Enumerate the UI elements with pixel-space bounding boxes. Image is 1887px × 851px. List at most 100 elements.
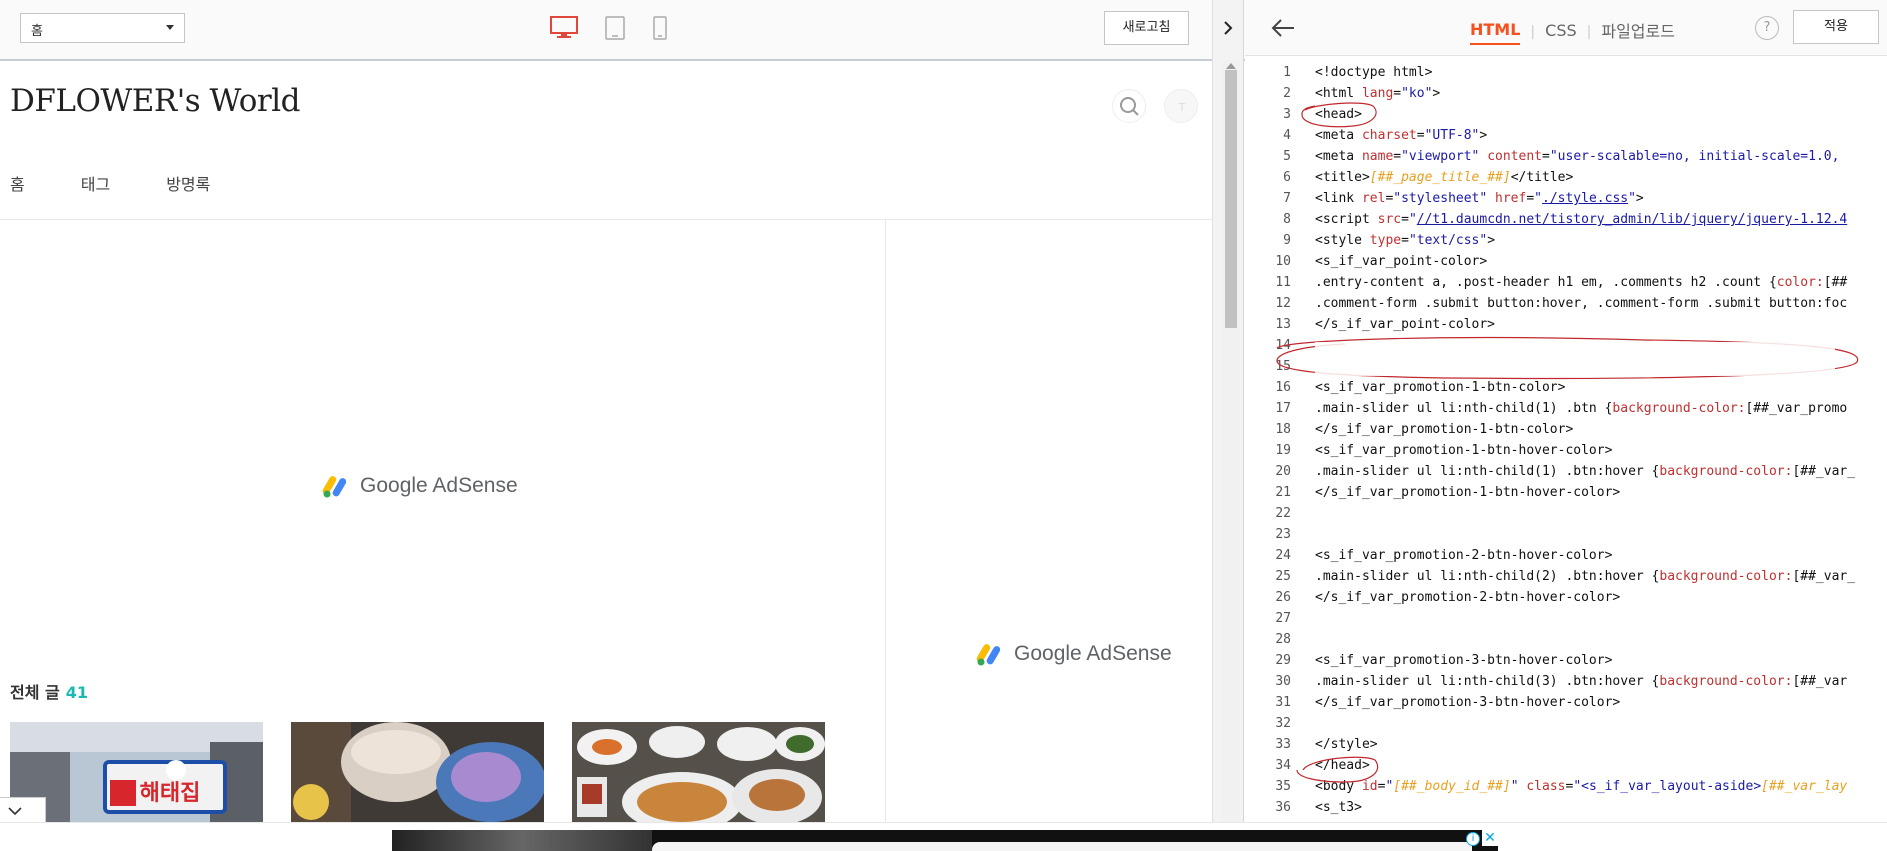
code-line[interactable]: 33 </style> bbox=[1245, 734, 1887, 755]
code-text[interactable]: <body id="[##_body_id_##]" class="<s_if_… bbox=[1315, 776, 1847, 797]
chevron-down-icon bbox=[8, 807, 22, 816]
code-line[interactable]: 20 .main-slider ul li:nth-child(1) .btn:h… bbox=[1245, 461, 1887, 482]
nav-item-tag[interactable]: 태그 bbox=[81, 171, 110, 195]
code-text[interactable]: </s_if_var_promotion-1-btn-hover-color> bbox=[1315, 482, 1620, 503]
code-line[interactable]: 22 bbox=[1245, 503, 1887, 524]
editor-pane: HTML | CSS | 파일업로드 ? 적용 1 <!doctype html>… bbox=[1245, 0, 1887, 822]
code-text[interactable]: <script src="//t1.daumcdn.net/tistory_ad… bbox=[1315, 209, 1847, 230]
apply-button[interactable]: 적용 bbox=[1793, 10, 1879, 44]
code-line[interactable]: 30 .main-slider ul li:nth-child(3) .btn:h… bbox=[1245, 671, 1887, 692]
code-line[interactable]: 10 <s_if_var_point-color> bbox=[1245, 251, 1887, 272]
code-line[interactable]: 9 <style type="text/css"> bbox=[1245, 230, 1887, 251]
nav-item-home[interactable]: 홈 bbox=[10, 171, 25, 195]
post-thumbnail[interactable]: 해태집 bbox=[10, 722, 263, 822]
adsense-banner-main[interactable]: Google AdSense bbox=[322, 473, 518, 499]
code-line[interactable]: 26 </s_if_var_promotion-2-btn-hover-color… bbox=[1245, 587, 1887, 608]
code-line[interactable]: 24 <s_if_var_promotion-2-btn-hover-color> bbox=[1245, 545, 1887, 566]
help-icon[interactable]: ? bbox=[1755, 16, 1779, 40]
code-line[interactable]: 14 bbox=[1245, 335, 1887, 356]
code-text[interactable]: </s_if_var_promotion-2-btn-hover-color> bbox=[1315, 587, 1620, 608]
tab-file-upload[interactable]: 파일업로드 bbox=[1601, 18, 1675, 46]
code-line[interactable]: 1 <!doctype html> bbox=[1245, 62, 1887, 83]
code-text[interactable]: <meta charset="UTF-8"> bbox=[1315, 125, 1487, 146]
code-line[interactable]: 11 .entry-content a, .post-header h1 em, … bbox=[1245, 272, 1887, 293]
code-line[interactable]: 31 </s_if_var_promotion-3-btn-hover-color… bbox=[1245, 692, 1887, 713]
all-posts-heading: 전체 글 41 bbox=[10, 679, 88, 703]
blog-title[interactable]: DFLOWER's World bbox=[10, 83, 300, 119]
post-thumbnail[interactable] bbox=[572, 722, 825, 822]
line-number: 20 bbox=[1275, 464, 1291, 479]
nav-item-guestbook[interactable]: 방명록 bbox=[166, 171, 210, 195]
tab-html[interactable]: HTML bbox=[1470, 20, 1521, 45]
code-text[interactable]: <link rel="stylesheet" href="./style.css… bbox=[1315, 188, 1644, 209]
code-line[interactable]: 19 <s_if_var_promotion-1-btn-hover-color> bbox=[1245, 440, 1887, 461]
code-line[interactable]: 5 <meta name="viewport" content="user-sca… bbox=[1245, 146, 1887, 167]
code-text[interactable]: <s_if_var_promotion-1-btn-color> bbox=[1315, 377, 1565, 398]
code-line[interactable]: 4 <meta charset="UTF-8"> bbox=[1245, 125, 1887, 146]
line-number: 24 bbox=[1275, 548, 1291, 563]
code-editor[interactable]: 1 <!doctype html> 2 <html lang="ko"> 3 <head>… bbox=[1245, 62, 1887, 822]
code-text[interactable]: <title>[##_page_title_##]</title> bbox=[1315, 167, 1573, 188]
code-line[interactable]: 36 <s_t3> bbox=[1245, 797, 1887, 818]
code-text[interactable]: <s_if_var_point-color> bbox=[1315, 251, 1487, 272]
code-line[interactable]: 23 bbox=[1245, 524, 1887, 545]
code-line[interactable]: 21 </s_if_var_promotion-1-btn-hover-color… bbox=[1245, 482, 1887, 503]
preview-scrollbar-thumb[interactable] bbox=[1225, 70, 1237, 328]
collapse-button[interactable] bbox=[1216, 16, 1240, 40]
code-line[interactable]: 34 </head> bbox=[1245, 755, 1887, 776]
code-text[interactable]: <s_t3> bbox=[1315, 797, 1362, 818]
code-text[interactable]: <s_if_var_promotion-3-btn-hover-color> bbox=[1315, 650, 1612, 671]
code-text[interactable]: </s_if_var_point-color> bbox=[1315, 314, 1495, 335]
expand-toggle[interactable] bbox=[0, 797, 46, 825]
scroll-up-icon[interactable] bbox=[1226, 63, 1236, 69]
code-text[interactable]: </s_if_var_promotion-3-btn-hover-color> bbox=[1315, 692, 1620, 713]
search-button[interactable] bbox=[1112, 89, 1146, 123]
code-text[interactable]: .comment-form .submit button:hover, .com… bbox=[1315, 293, 1847, 314]
code-text[interactable]: <style type="text/css"> bbox=[1315, 230, 1495, 251]
back-arrow-icon[interactable] bbox=[1269, 14, 1297, 42]
code-text[interactable]: </head> bbox=[1315, 755, 1370, 776]
code-line[interactable]: 16 <s_if_var_promotion-1-btn-color> bbox=[1245, 377, 1887, 398]
code-line[interactable]: 2 <html lang="ko"> bbox=[1245, 83, 1887, 104]
ad-close-icon[interactable]: ✕ bbox=[1482, 830, 1498, 846]
code-line[interactable]: 3 <head> bbox=[1245, 104, 1887, 125]
code-line[interactable]: 7 <link rel="stylesheet" href="./style.cs… bbox=[1245, 188, 1887, 209]
code-line[interactable]: 8 <script src="//t1.daumcdn.net/tistory_a… bbox=[1245, 209, 1887, 230]
avatar-button[interactable]: T bbox=[1164, 89, 1198, 123]
code-text[interactable]: </style> bbox=[1315, 734, 1378, 755]
code-text[interactable]: .main-slider ul li:nth-child(1) .btn {ba… bbox=[1315, 398, 1847, 419]
code-text[interactable]: <meta name="viewport" content="user-scal… bbox=[1315, 146, 1847, 167]
code-line[interactable]: 35 <body id="[##_body_id_##]" class="<s_i… bbox=[1245, 776, 1887, 797]
mobile-icon[interactable] bbox=[653, 16, 667, 40]
code-line[interactable]: 25 .main-slider ul li:nth-child(2) .btn:h… bbox=[1245, 566, 1887, 587]
adsense-banner-sidebar[interactable]: Google AdSense bbox=[976, 641, 1172, 667]
desktop-icon[interactable] bbox=[550, 16, 578, 38]
code-text[interactable]: .main-slider ul li:nth-child(2) .btn:hov… bbox=[1315, 566, 1855, 587]
code-line[interactable]: 29 <s_if_var_promotion-3-btn-hover-color> bbox=[1245, 650, 1887, 671]
code-text[interactable]: <html lang="ko"> bbox=[1315, 83, 1440, 104]
post-thumbnail[interactable] bbox=[291, 722, 544, 822]
code-line[interactable]: 28 bbox=[1245, 629, 1887, 650]
ad-info-icon[interactable]: i bbox=[1466, 832, 1480, 846]
code-text[interactable]: <s_if_var_promotion-1-btn-hover-color> bbox=[1315, 440, 1612, 461]
code-line[interactable]: 6 <title>[##_page_title_##]</title> bbox=[1245, 167, 1887, 188]
refresh-button[interactable]: 새로고침 bbox=[1104, 11, 1189, 45]
line-number: 35 bbox=[1275, 779, 1291, 794]
code-line[interactable]: 27 bbox=[1245, 608, 1887, 629]
code-line[interactable]: 15 bbox=[1245, 356, 1887, 377]
tablet-icon[interactable] bbox=[605, 16, 625, 40]
code-line[interactable]: 32 bbox=[1245, 713, 1887, 734]
code-text[interactable]: <s_if_var_promotion-2-btn-hover-color> bbox=[1315, 545, 1612, 566]
code-text[interactable]: .entry-content a, .post-header h1 em, .c… bbox=[1315, 272, 1847, 293]
code-text[interactable]: .main-slider ul li:nth-child(1) .btn:hov… bbox=[1315, 461, 1855, 482]
tab-css[interactable]: CSS bbox=[1545, 21, 1576, 44]
code-line[interactable]: 18 </s_if_var_promotion-1-btn-color> bbox=[1245, 419, 1887, 440]
code-text[interactable]: </s_if_var_promotion-1-btn-color> bbox=[1315, 419, 1573, 440]
code-text[interactable]: <head> bbox=[1315, 104, 1362, 125]
code-text[interactable]: <!doctype html> bbox=[1315, 62, 1432, 83]
code-line[interactable]: 13 </s_if_var_point-color> bbox=[1245, 314, 1887, 335]
code-line[interactable]: 12 .comment-form .submit button:hover, .c… bbox=[1245, 293, 1887, 314]
code-line[interactable]: 17 .main-slider ul li:nth-child(1) .btn {… bbox=[1245, 398, 1887, 419]
page-select[interactable]: 홈 bbox=[20, 13, 185, 43]
code-text[interactable]: .main-slider ul li:nth-child(3) .btn:hov… bbox=[1315, 671, 1847, 692]
